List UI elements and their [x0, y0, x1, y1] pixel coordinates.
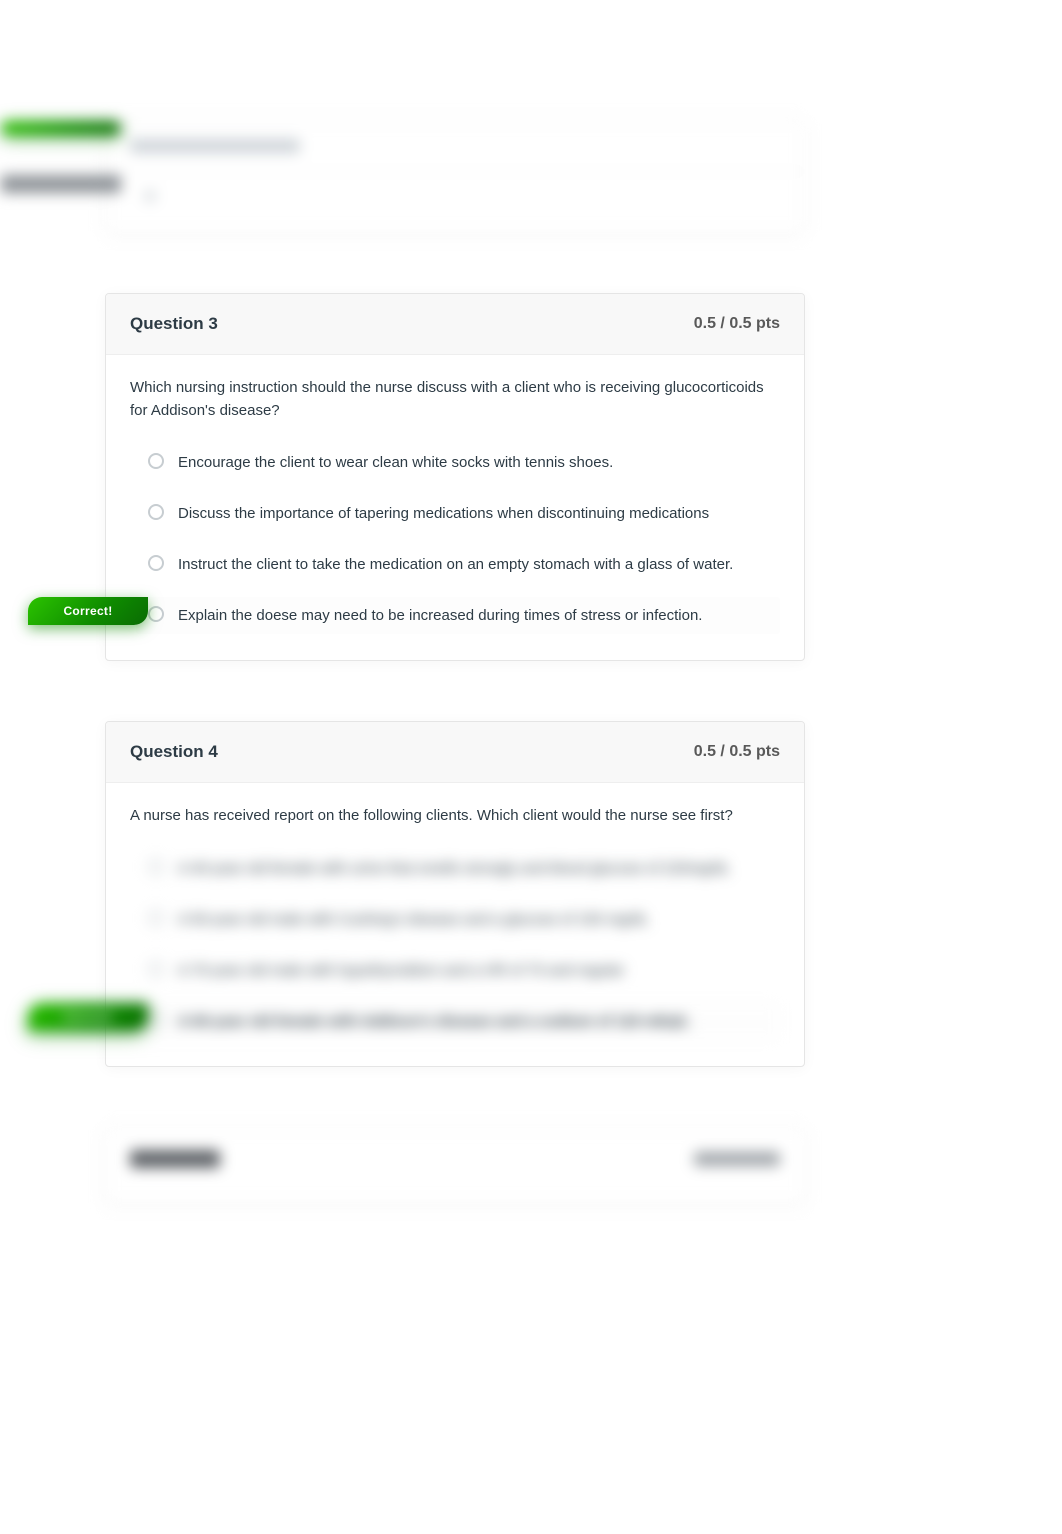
answer-option: A 70-year old male with hypothyroidism a… — [136, 952, 780, 989]
blur-placeholder-text — [130, 139, 300, 153]
question-points: 0.5 / 0.5 pts — [694, 315, 780, 333]
question-label-blur — [130, 1150, 220, 1168]
answer-text: A 40-year old female with urine that sme… — [178, 858, 730, 879]
radio-icon — [148, 606, 164, 622]
answer-option[interactable]: Encourage the client to wear clean white… — [136, 444, 780, 481]
question-text: A nurse has received report on the follo… — [130, 805, 780, 828]
answer-option-correct[interactable]: Correct! Explain the doese may need to b… — [136, 597, 780, 634]
answer-option: A 50-year old male with Cushing's diseas… — [136, 901, 780, 938]
answer-option[interactable]: Instruct the client to take the medicati… — [136, 546, 780, 583]
answer-text: A 70-year old male with hypothyroidism a… — [178, 960, 624, 981]
question-points: 0.5 / 0.5 pts — [694, 743, 780, 761]
answer-text: Instruct the client to take the medicati… — [178, 554, 733, 575]
radio-icon — [148, 961, 164, 977]
partial-previous-question — [0, 0, 1062, 233]
answer-option: A 40-year old female with urine that sme… — [136, 850, 780, 887]
question-label: Question 3 — [130, 314, 218, 334]
question-card-5-header — [105, 1127, 805, 1203]
answers-list-blurred: A 40-year old female with urine that sme… — [130, 850, 780, 1040]
answer-text: Explain the doese may need to be increas… — [178, 605, 702, 626]
question-points-blur — [694, 1152, 780, 1166]
radio-icon — [148, 859, 164, 875]
question-card-3: Question 3 0.5 / 0.5 pts Which nursing i… — [105, 293, 805, 661]
answer-text: A 50-year old male with Cushing's diseas… — [178, 909, 649, 930]
question-label: Question 4 — [130, 742, 218, 762]
question-header: Question 3 0.5 / 0.5 pts — [106, 294, 804, 355]
correct-tag-partial — [1, 121, 121, 135]
radio-icon — [148, 453, 164, 469]
correct-tag: Correct! — [28, 597, 148, 625]
radio-icon — [148, 504, 164, 520]
partial-next-question — [0, 1127, 1062, 1203]
question-body: A nurse has received report on the follo… — [106, 783, 804, 1066]
correct-tag: Correct! — [28, 1003, 148, 1031]
radio-placeholder-icon — [144, 190, 156, 202]
answer-option[interactable]: Discuss the importance of tapering medic… — [136, 495, 780, 532]
answer-tag-partial — [1, 175, 121, 193]
question-body: Which nursing instruction should the nur… — [106, 355, 804, 660]
divider — [106, 171, 804, 172]
answer-text: Discuss the importance of tapering medic… — [178, 503, 709, 524]
question-text: Which nursing instruction should the nur… — [130, 377, 780, 422]
answers-list: Encourage the client to wear clean white… — [130, 444, 780, 634]
answer-option-correct: Correct! A 60-year old female with Addis… — [136, 1003, 780, 1040]
question-card-previous — [105, 120, 805, 233]
answer-text: A 60-year old female with Addison's dise… — [178, 1011, 690, 1032]
radio-icon — [148, 910, 164, 926]
radio-icon — [148, 555, 164, 571]
question-header: Question 4 0.5 / 0.5 pts — [106, 722, 804, 783]
answer-text: Encourage the client to wear clean white… — [178, 452, 613, 473]
radio-icon — [148, 1012, 164, 1028]
question-card-4: Question 4 0.5 / 0.5 pts A nurse has rec… — [105, 721, 805, 1067]
